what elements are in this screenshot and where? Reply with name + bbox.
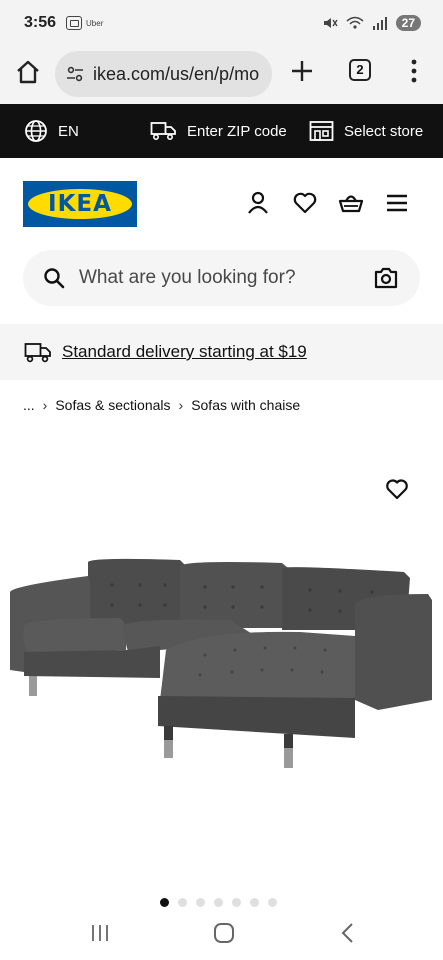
status-indicators: 27 <box>322 15 421 31</box>
back-icon[interactable] <box>336 921 360 945</box>
new-tab-icon[interactable] <box>289 58 315 84</box>
search-bar[interactable]: What are you looking for? <box>23 250 420 306</box>
url-text: ikea.com/us/en/p/mo <box>93 63 260 84</box>
browser-toolbar: ikea.com/us/en/p/mo 2 <box>0 46 443 104</box>
site-settings-icon[interactable] <box>65 64 85 84</box>
store-selector[interactable]: Select store <box>309 104 423 158</box>
product-image-sofa[interactable] <box>0 530 443 790</box>
favorites-icon[interactable] <box>292 190 318 216</box>
breadcrumb-ellipsis[interactable]: ... <box>23 397 35 413</box>
hamburger-menu-icon[interactable] <box>384 190 410 216</box>
back-cushion <box>180 562 288 628</box>
sofa-leg-top <box>164 726 173 740</box>
recent-apps-icon[interactable] <box>88 921 112 945</box>
chaise-base <box>158 696 355 738</box>
status-bar: 3:56 Uber 27 <box>0 0 443 46</box>
delivery-banner[interactable]: Standard delivery starting at $19 <box>0 324 443 380</box>
language-label: EN <box>58 122 79 140</box>
truck-icon <box>150 122 176 141</box>
breadcrumb: ... › Sofas & sectionals › Sofas with ch… <box>23 395 300 415</box>
status-time: 3:56 <box>24 14 57 31</box>
seat-cushion <box>23 618 127 654</box>
chevron-right-icon: › <box>178 397 184 413</box>
language-selector[interactable]: EN <box>24 104 79 158</box>
camera-icon[interactable] <box>374 266 398 290</box>
chevron-right-icon: › <box>42 397 48 413</box>
account-icon[interactable] <box>245 190 271 216</box>
breadcrumb-item-sofas-with-chaise[interactable]: Sofas with chaise <box>191 397 300 413</box>
zip-code-selector[interactable]: Enter ZIP code <box>150 104 287 158</box>
right-armrest <box>355 594 432 710</box>
tab-switcher-button[interactable]: 2 <box>349 59 371 81</box>
utility-bar: EN Enter ZIP code Select store <box>0 104 443 158</box>
wifi-icon <box>346 16 364 29</box>
delivery-truck-icon <box>24 343 51 363</box>
system-navigation-bar <box>0 905 443 960</box>
address-bar[interactable]: ikea.com/us/en/p/mo <box>55 51 272 97</box>
mute-icon <box>323 18 338 28</box>
ikea-logo[interactable]: IKEA <box>23 181 137 227</box>
battery-indicator: 27 <box>395 15 421 31</box>
home-button-icon[interactable] <box>212 921 236 945</box>
status-app-label: Uber <box>86 18 104 28</box>
search-icon <box>44 268 65 289</box>
more-options-icon[interactable] <box>407 58 421 84</box>
chaise-cushion <box>160 631 355 700</box>
cart-icon[interactable] <box>338 190 364 216</box>
store-icon <box>309 121 334 141</box>
store-label: Select store <box>344 122 424 140</box>
ikea-logo-text: IKEA <box>48 191 112 217</box>
delivery-link[interactable]: Standard delivery starting at $19 <box>62 342 307 362</box>
signal-icon <box>372 17 387 30</box>
back-cushion <box>88 558 186 626</box>
search-input[interactable]: What are you looking for? <box>79 267 296 289</box>
home-icon[interactable] <box>14 58 42 86</box>
zip-code-label: Enter ZIP code <box>187 122 287 140</box>
globe-icon <box>25 120 47 142</box>
breadcrumb-item-sofas-sectionals[interactable]: Sofas & sectionals <box>55 397 170 413</box>
sofa-leg-top <box>284 734 293 748</box>
ikea-logo-oval: IKEA <box>28 189 132 219</box>
screen-record-icon <box>66 16 83 30</box>
product-favorite-icon[interactable] <box>385 477 409 501</box>
